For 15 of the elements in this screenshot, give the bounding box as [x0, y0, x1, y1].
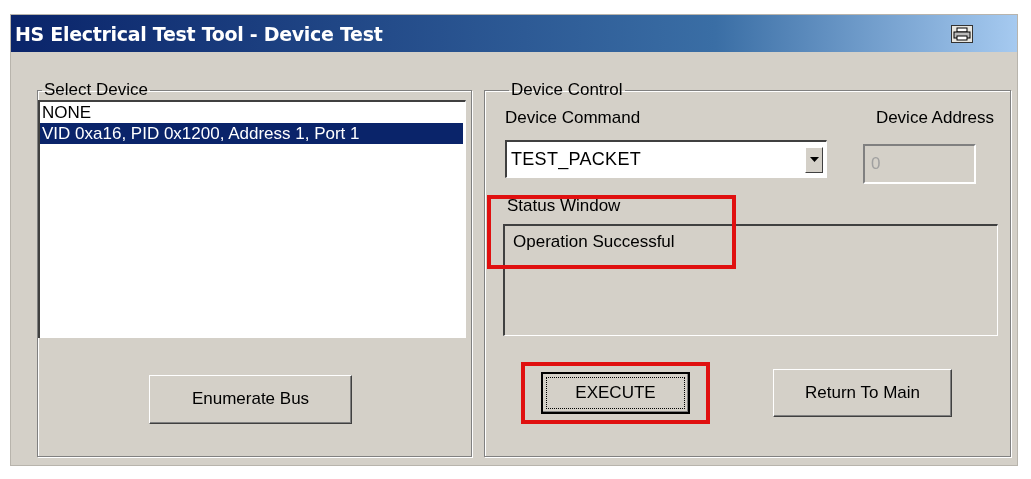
printer-icon[interactable]	[951, 24, 973, 43]
list-item[interactable]: VID 0xa16, PID 0x1200, Address 1, Port 1	[40, 123, 463, 144]
group-label: Select Device	[43, 80, 149, 100]
group-label: Device Control	[510, 80, 624, 100]
enumerate-button[interactable]: Enumerate Bus	[149, 374, 352, 424]
field-label: Device Command	[505, 108, 642, 128]
status-text: Operation Successful	[513, 232, 675, 251]
list-item[interactable]: NONE	[40, 102, 94, 123]
field-label: Device Address	[875, 108, 994, 128]
command-dropdown[interactable]: TEST_PACKET	[505, 140, 827, 178]
return-button[interactable]: Return To Main	[773, 369, 952, 417]
execute-button[interactable]: EXECUTE	[541, 372, 690, 414]
field-label: Status Window	[507, 196, 622, 216]
device-list[interactable]: NONE VID 0xa16, PID 0x1200, Address 1, Port 1	[38, 100, 466, 338]
window-title: HS Electrical Test Tool - Device Test	[15, 22, 383, 45]
